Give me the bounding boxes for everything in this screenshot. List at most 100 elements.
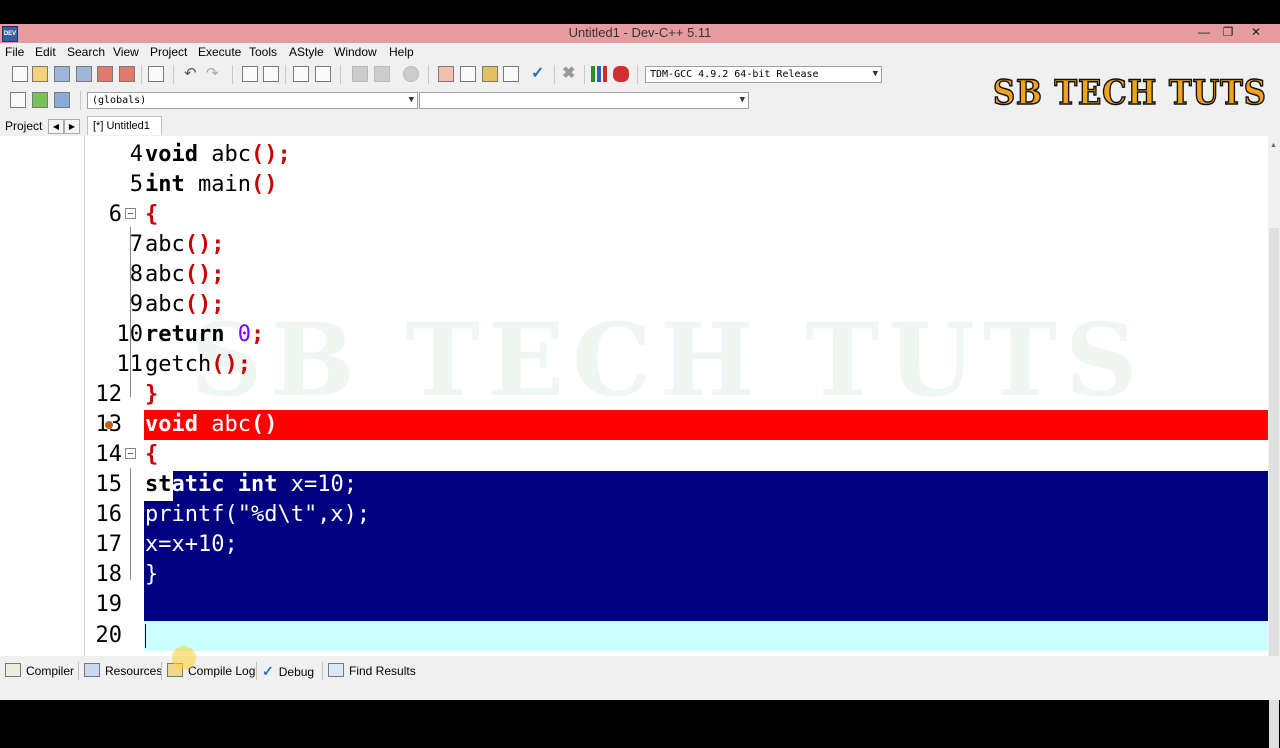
line-number: 11 — [116, 352, 144, 377]
redo-icon[interactable]: ↷ — [206, 66, 222, 82]
code-line[interactable]: x=x+10; — [145, 530, 238, 560]
replace-icon[interactable] — [263, 66, 279, 82]
save-icon[interactable] — [54, 66, 70, 82]
code-line[interactable]: return 0; — [145, 320, 264, 350]
menu-help[interactable]: Help — [389, 45, 414, 59]
resources-icon — [84, 663, 100, 677]
menu-view[interactable]: View — [113, 45, 139, 59]
rebuild-icon[interactable] — [503, 66, 519, 82]
new-file-icon[interactable] — [12, 66, 28, 82]
code-line[interactable]: getch(); — [145, 350, 251, 380]
scope-select[interactable]: (globals) ▼ — [87, 92, 418, 109]
tabs-row: Project ◀ ▶ [*] Untitled1 — [0, 114, 1280, 136]
project-panel[interactable] — [0, 136, 85, 656]
compiler-grid-icon — [5, 663, 21, 677]
undo-icon[interactable]: ↶ — [184, 66, 200, 82]
breakpoint-icon[interactable] — [105, 421, 113, 429]
title-bar: DEV Untitled1 - Dev-C++ 5.11 — ❐ ✕ — [0, 24, 1280, 43]
open-folder-icon[interactable] — [32, 66, 48, 82]
code-line[interactable]: int main() — [145, 170, 277, 200]
restore-icon[interactable]: ❐ — [1216, 24, 1240, 43]
check-syntax-icon[interactable]: ✓ — [531, 66, 547, 82]
compiler-select[interactable]: TDM-GCC 4.9.2 64-bit Release ▼ — [645, 66, 882, 83]
chevron-down-icon: ▼ — [408, 95, 414, 105]
menu-search[interactable]: Search — [67, 45, 105, 59]
tab-compiler[interactable]: Compiler — [5, 661, 74, 681]
mouse-cursor-highlight — [172, 646, 196, 670]
line-number: 13 — [85, 410, 123, 440]
indent-icon[interactable] — [293, 66, 309, 82]
debug-check-icon: ✓ — [262, 663, 274, 679]
menu-tools[interactable]: Tools — [249, 45, 277, 59]
chevron-left-icon[interactable]: ◀ — [48, 119, 64, 134]
goto-bookmark-icon[interactable] — [54, 92, 70, 108]
code-line[interactable]: void abc() — [145, 410, 277, 440]
close-icon[interactable]: ✕ — [1244, 24, 1268, 43]
code-line[interactable]: printf("%d\t",x); — [145, 500, 370, 530]
unindent-icon[interactable] — [315, 66, 331, 82]
code-line[interactable]: { — [145, 200, 158, 230]
tab-resources[interactable]: Resources — [84, 661, 162, 681]
code-editor[interactable]: SB TECH TUTS 4 void abc(); 5 int main() … — [85, 136, 1268, 656]
window-title: Untitled1 - Dev-C++ 5.11 — [568, 25, 712, 40]
line-number: 17 — [95, 532, 123, 557]
toggle-bookmark-icon[interactable] — [32, 92, 48, 108]
compiler-select-value: TDM-GCC 4.9.2 64-bit Release — [650, 69, 819, 80]
line-number: 5 — [129, 172, 143, 197]
print-icon[interactable] — [148, 66, 164, 82]
fold-collapse-icon[interactable]: − — [125, 208, 136, 220]
stop-execution-icon[interactable]: ✖ — [562, 66, 578, 82]
menu-file[interactable]: File — [5, 45, 24, 59]
goto-forward-icon[interactable] — [374, 66, 390, 82]
line-number: 15 — [95, 472, 123, 497]
tab-debug[interactable]: ✓ Debug — [262, 661, 314, 681]
menu-astyle[interactable]: AStyle — [289, 45, 324, 59]
line-number: 14 — [95, 442, 123, 467]
code-line[interactable]: abc(); — [145, 230, 225, 260]
tab-find-results[interactable]: Find Results — [328, 661, 416, 681]
code-line[interactable]: static int x=10; — [145, 470, 357, 500]
scroll-up-icon[interactable]: ▲ — [1270, 142, 1277, 149]
compile-icon[interactable] — [438, 66, 454, 82]
menu-execute[interactable]: Execute — [198, 45, 241, 59]
code-line[interactable]: abc(); — [145, 260, 225, 290]
insert-icon[interactable] — [10, 92, 26, 108]
fold-collapse-icon[interactable]: − — [125, 448, 136, 460]
save-all-icon[interactable] — [76, 66, 92, 82]
line-number: 20 — [95, 623, 123, 648]
code-line[interactable]: abc(); — [145, 290, 225, 320]
code-line[interactable]: } — [145, 560, 158, 590]
minimize-icon[interactable]: — — [1192, 24, 1216, 43]
menu-window[interactable]: Window — [334, 45, 377, 59]
tab-project[interactable]: Project ◀ ▶ — [0, 116, 85, 135]
find-results-icon — [328, 663, 344, 677]
line-number: 16 — [95, 502, 123, 527]
code-line[interactable]: void abc(); — [145, 140, 291, 170]
menu-project[interactable]: Project — [150, 45, 187, 59]
tab-untitled1[interactable]: [*] Untitled1 — [87, 116, 162, 135]
chevron-down-icon: ▼ — [872, 69, 878, 79]
run-icon[interactable] — [460, 66, 476, 82]
chevron-right-icon[interactable]: ▶ — [64, 119, 80, 134]
close-file-icon[interactable] — [97, 66, 113, 82]
menu-bar: File Edit Search View Project Execute To… — [0, 43, 1280, 62]
profile-chart-icon[interactable] — [591, 66, 607, 82]
compile-run-icon[interactable] — [482, 66, 498, 82]
find-icon[interactable] — [242, 66, 258, 82]
line-number: 9 — [129, 292, 143, 317]
close-all-icon[interactable] — [119, 66, 135, 82]
vertical-scrollbar[interactable]: ▲ — [1268, 136, 1280, 748]
chevron-down-icon: ▼ — [739, 95, 745, 105]
goto-back-icon[interactable] — [352, 66, 368, 82]
line-number: 18 — [95, 562, 123, 587]
menu-edit[interactable]: Edit — [35, 45, 56, 59]
text-caret — [145, 624, 146, 648]
debug-bug-icon[interactable] — [613, 66, 629, 82]
code-line[interactable]: } — [145, 380, 158, 410]
code-line[interactable]: { — [145, 440, 158, 470]
line-number: 8 — [129, 262, 143, 287]
line-number: 7 — [129, 232, 143, 257]
bookmark-icon[interactable] — [403, 66, 419, 82]
function-select[interactable]: ▼ — [419, 92, 749, 109]
scope-select-value: (globals) — [92, 95, 147, 106]
